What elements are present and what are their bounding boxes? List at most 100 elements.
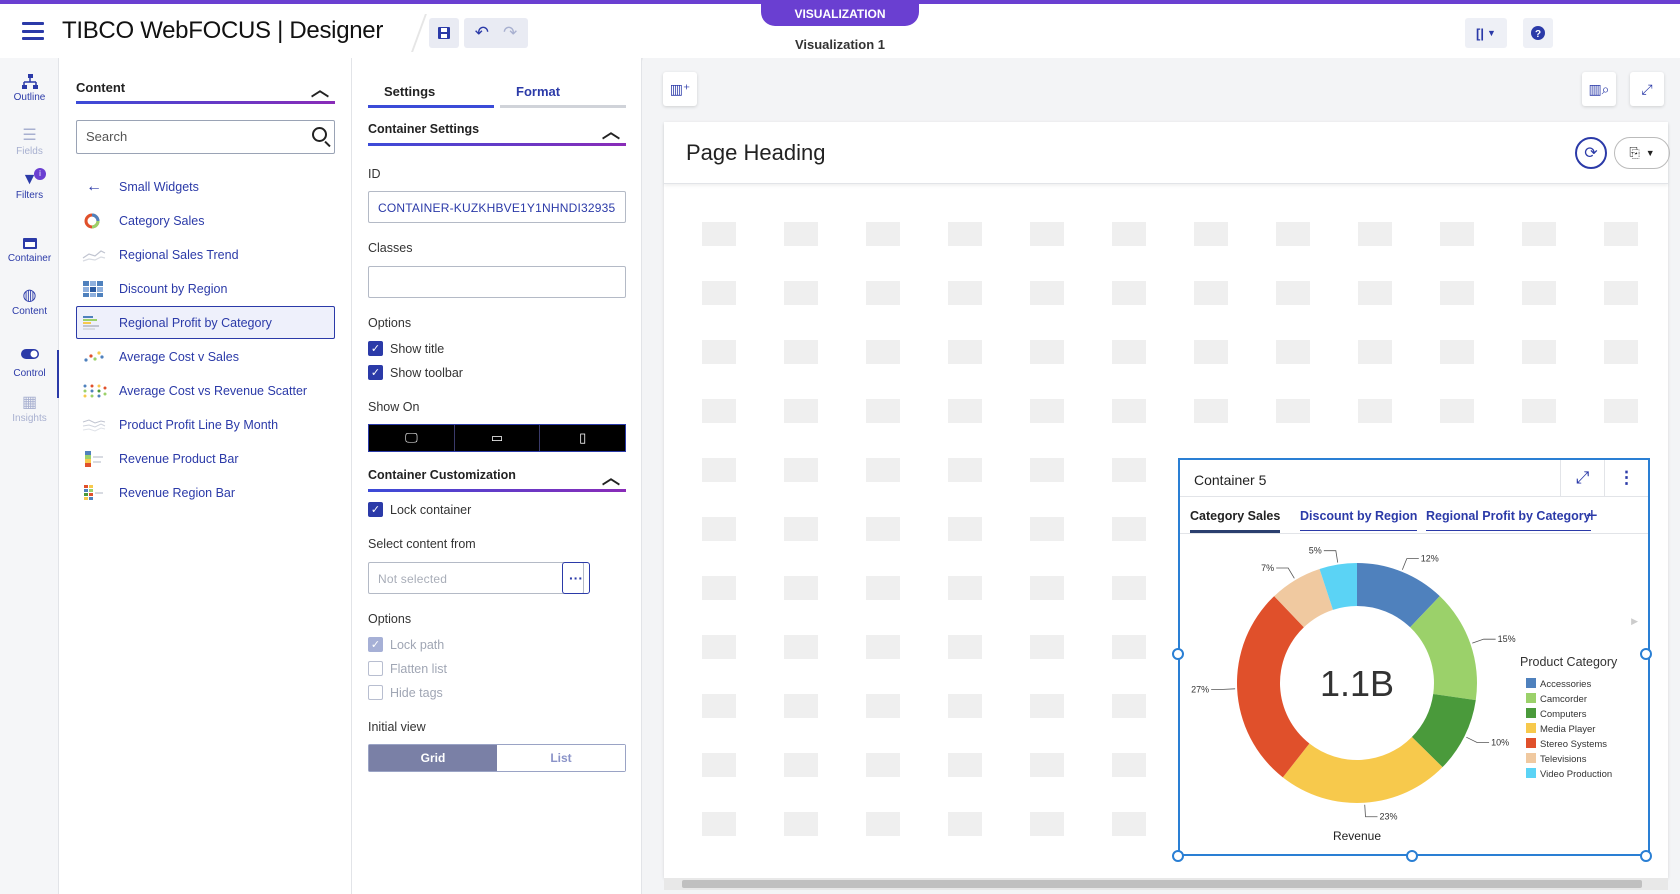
grid-placeholder (784, 222, 818, 246)
content-item-average-cost-vs-revenue-scatter[interactable]: Average Cost vs Revenue Scatter (76, 374, 335, 407)
content-item-regional-profit-by-category[interactable]: Regional Profit by Category (76, 306, 335, 339)
flatten-list-checkbox[interactable]: Flatten list (368, 661, 447, 676)
legend-scroll-arrow-icon[interactable]: ▶ (1631, 616, 1638, 627)
tab-category-sales[interactable]: Category Sales (1190, 509, 1281, 533)
grid-placeholder (1112, 576, 1146, 600)
grid-placeholder (866, 399, 900, 423)
lock-container-checkbox[interactable]: ✓ Lock container (368, 502, 471, 517)
toolbar-divider (411, 14, 427, 52)
show-title-checkbox[interactable]: ✓ Show title (368, 341, 444, 356)
content-item-average-cost-v-sales[interactable]: Average Cost v Sales (76, 340, 335, 373)
add-chart-button[interactable]: ▥⁺ (663, 72, 697, 106)
grid-placeholder (784, 517, 818, 541)
resize-handle-left[interactable] (1172, 648, 1184, 660)
chevron-up-icon[interactable]: ︿ (602, 118, 620, 144)
legend-item-televisions[interactable]: Televisions (1540, 754, 1587, 765)
tablet-toggle[interactable]: ▭ (455, 425, 541, 451)
browse-button[interactable]: ··· (562, 562, 590, 594)
classes-field[interactable] (368, 266, 626, 298)
nav-control[interactable]: Control (0, 340, 59, 379)
export-dropdown-button[interactable]: ⎘ ▼ (1614, 137, 1670, 169)
chevron-up-icon[interactable]: ︿ (311, 76, 329, 102)
tab-settings[interactable]: Settings (368, 78, 494, 108)
unchecked-box-icon (368, 661, 383, 676)
resize-handle-bottom-left[interactable] (1172, 850, 1184, 862)
hide-tags-checkbox[interactable]: Hide tags (368, 685, 443, 700)
view-grid-button[interactable]: Grid (369, 745, 497, 771)
nav-content[interactable]: ◍ Content (0, 286, 59, 317)
show-toolbar-checkbox[interactable]: ✓ Show toolbar (368, 365, 463, 380)
chevron-up-icon[interactable]: ︿ (602, 464, 620, 490)
fullscreen-button[interactable]: ⤢ (1630, 72, 1664, 106)
grid-placeholder (1522, 340, 1556, 364)
content-item-revenue-region-bar[interactable]: Revenue Region Bar (76, 476, 335, 509)
select-content-field[interactable]: Not selected (368, 562, 584, 594)
container-toolbar: ⤢ ⋮ (1560, 460, 1648, 496)
maximize-button[interactable]: ⤢ (1560, 460, 1604, 496)
tablet-icon: ▭ (490, 430, 504, 445)
content-item-revenue-product-bar[interactable]: Revenue Product Bar (76, 442, 335, 475)
tab-format[interactable]: Format (500, 78, 626, 108)
layout-dropdown-button[interactable]: [| ▼ (1465, 18, 1507, 48)
content-item-discount-by-region[interactable]: Discount by Region (76, 272, 335, 305)
nav-outline[interactable]: Outline (0, 72, 59, 103)
more-options-button[interactable]: ⋮ (1604, 460, 1648, 496)
save-button[interactable] (429, 18, 459, 48)
tab-discount-by-region[interactable]: Discount by Region (1300, 509, 1418, 531)
lock-path-checkbox[interactable]: ✓ Lock path (368, 637, 444, 652)
container-5[interactable]: Container 5 ⤢ ⋮ Category Sales Discount … (1178, 458, 1650, 856)
legend-item-accessories[interactable]: Accessories (1540, 679, 1591, 690)
legend-item-computers[interactable]: Computers (1540, 709, 1587, 720)
refresh-button[interactable]: ⟳ (1575, 137, 1607, 169)
nav-fields[interactable]: ☰ Fields (0, 126, 59, 157)
grid-placeholder (866, 517, 900, 541)
back-label: Small Widgets (119, 179, 199, 194)
nav-container[interactable]: Container (0, 233, 59, 264)
horizontal-scrollbar[interactable] (664, 878, 1668, 890)
container-customization-header[interactable]: Container Customization ︿ (368, 468, 626, 492)
content-item-regional-sales-trend[interactable]: Regional Sales Trend (76, 238, 335, 271)
scrollbar-thumb[interactable] (682, 880, 1642, 888)
content-item-product-profit-line-by-month[interactable]: Product Profit Line By Month (76, 408, 335, 441)
menu-icon[interactable] (22, 22, 44, 40)
top-bar: TIBCO WebFOCUS | Designer ↶ ↷ VISUALIZAT… (0, 0, 1680, 58)
undo-icon[interactable]: ↶ (475, 23, 489, 43)
search-icon[interactable] (312, 127, 327, 142)
search-input[interactable]: Search (76, 120, 335, 154)
grid-placeholder (702, 517, 736, 541)
container-settings-header[interactable]: Container Settings ︿ (368, 122, 626, 146)
donut-slice-media-player[interactable] (1282, 737, 1443, 803)
explore-chart-button[interactable]: ▥⌕ (1582, 72, 1616, 106)
grid-placeholder (1030, 753, 1064, 777)
resize-handle-right[interactable] (1640, 648, 1652, 660)
add-tab-button[interactable]: + (1586, 505, 1598, 528)
content-panel-header[interactable]: Content ︿ (76, 80, 335, 104)
id-field[interactable]: CONTAINER-KUZKHBVE1Y1NHNDI32935 (368, 191, 626, 223)
grid-placeholder (702, 399, 736, 423)
content-item-category-sales[interactable]: Category Sales (76, 204, 335, 237)
legend-item-camcorder[interactable]: Camcorder (1540, 694, 1587, 705)
tab-regional-profit-by-category[interactable]: Regional Profit by Category (1426, 509, 1591, 531)
grid-placeholder (702, 340, 736, 364)
resize-handle-bottom-right[interactable] (1640, 850, 1652, 862)
grid-placeholder (1112, 517, 1146, 541)
expand-icon: ⤢ (1641, 80, 1653, 97)
globe-icon: ◍ (22, 287, 37, 304)
checkmark-icon: ✓ (368, 341, 383, 356)
nav-filters[interactable]: ▼ i Filters (0, 168, 59, 201)
back-to-small-widgets[interactable]: ← Small Widgets (76, 170, 335, 203)
page-heading[interactable]: Page Heading (686, 140, 825, 166)
phone-toggle[interactable]: ▯ (540, 425, 625, 451)
view-list-button[interactable]: List (497, 745, 625, 771)
legend-item-video-production[interactable]: Video Production (1540, 769, 1612, 780)
mode-tab[interactable]: VISUALIZATION (761, 4, 919, 26)
help-button[interactable]: ? (1523, 18, 1553, 48)
resize-handle-bottom[interactable] (1406, 850, 1418, 862)
container-tabs: Category Sales Discount by Region Region… (1180, 496, 1648, 534)
legend-item-stereo-systems[interactable]: Stereo Systems (1540, 739, 1607, 750)
nav-insights[interactable]: ▦ Insights (0, 393, 59, 424)
legend-item-media-player[interactable]: Media Player (1540, 724, 1595, 735)
redo-icon[interactable]: ↷ (503, 23, 517, 43)
desktop-toggle[interactable]: 🖵 (369, 425, 455, 451)
donut-slice-stereo-systems[interactable] (1237, 596, 1310, 778)
